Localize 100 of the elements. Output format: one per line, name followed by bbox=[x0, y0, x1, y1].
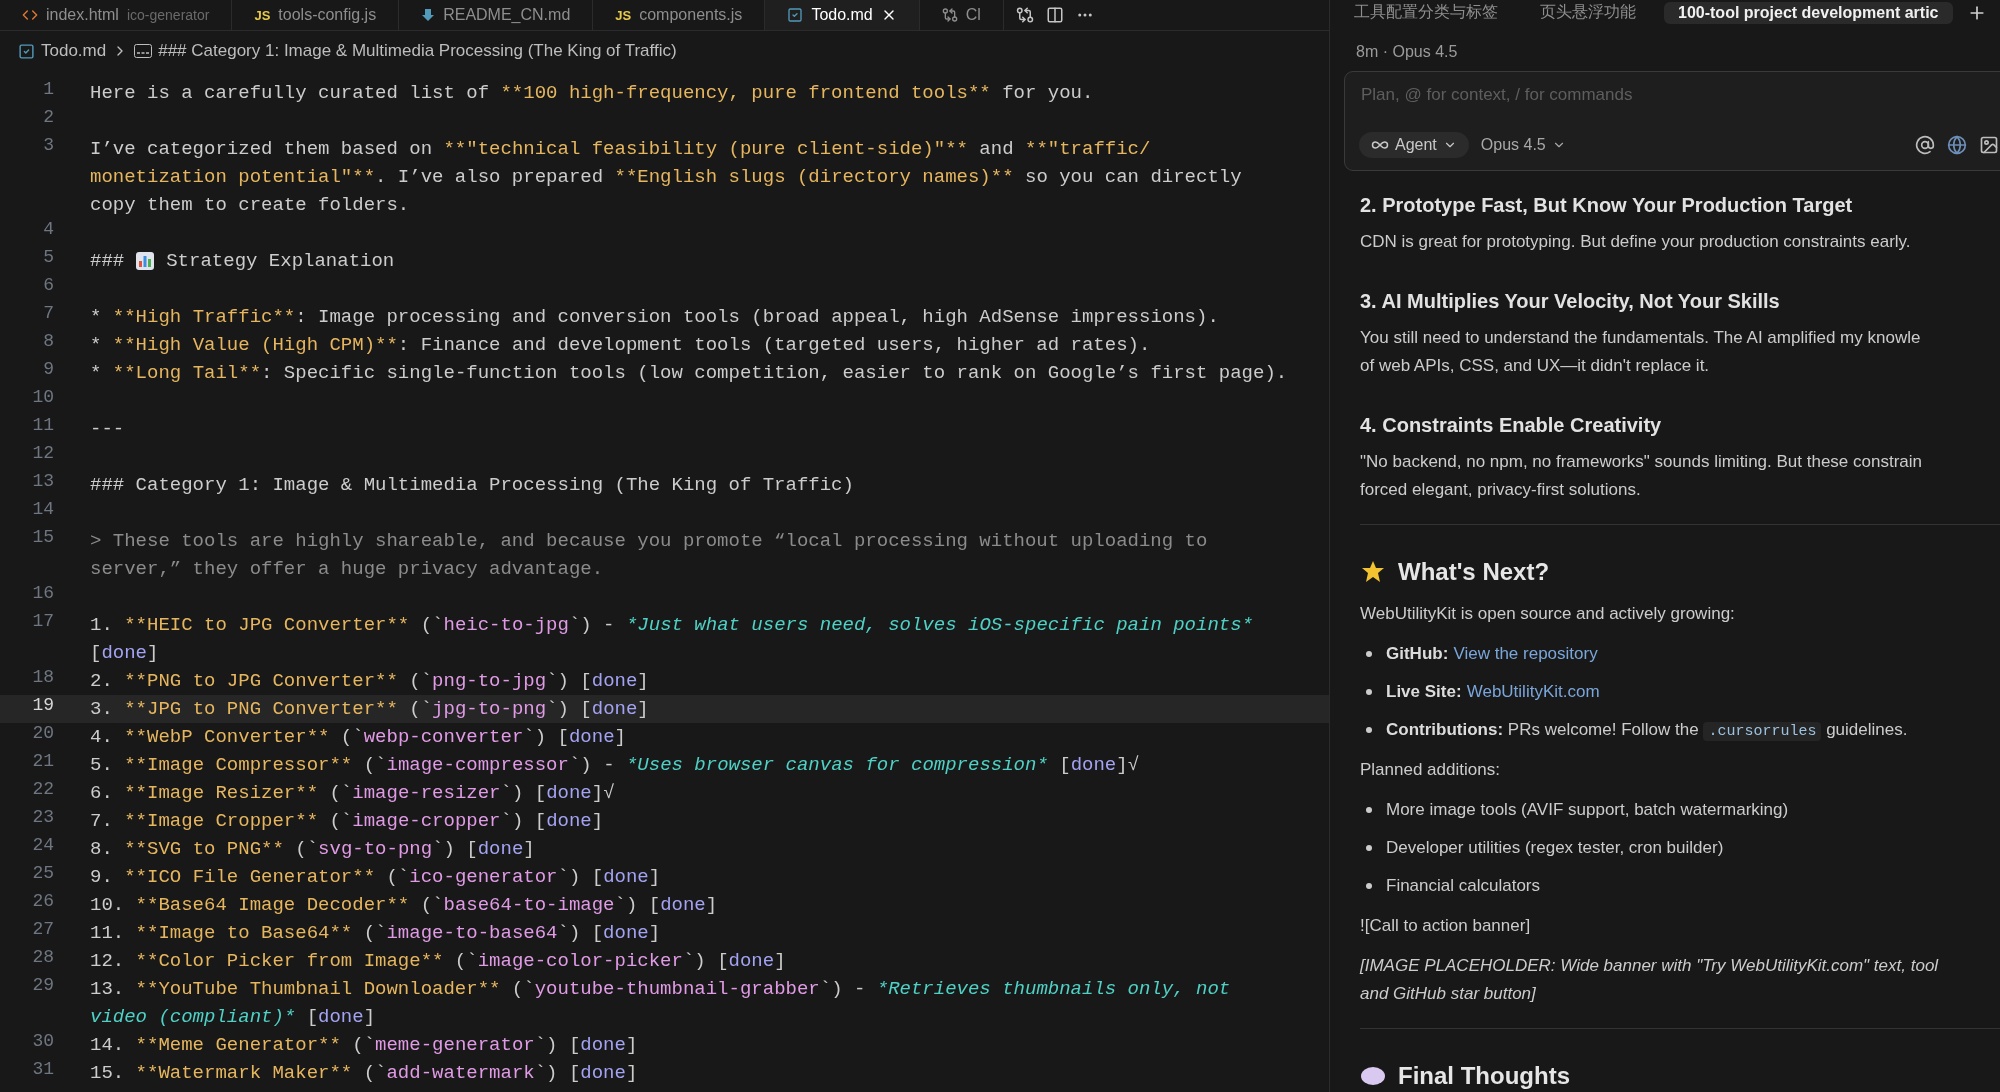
editor-tab[interactable]: Todo.md bbox=[765, 0, 920, 30]
code-line: 10. **Base64 Image Decoder** (`base64-to-image`) [done] bbox=[90, 893, 718, 918]
inline-code: .cursorrules bbox=[1703, 722, 1822, 741]
line-number: 6 bbox=[42, 275, 54, 297]
chat-tab[interactable]: 100-tool project development artic bbox=[1664, 1, 1953, 24]
line-number: 14 bbox=[31, 499, 54, 521]
line-number: 8 bbox=[42, 331, 54, 353]
globe-icon[interactable] bbox=[1947, 135, 1967, 155]
paragraph: "No backend, no npm, no frameworks" sounds limiting. But these constrain forced elegant, privacy-first solutions. bbox=[1360, 451, 1923, 501]
split-editor-icon[interactable] bbox=[1045, 6, 1064, 24]
code-line: 11. **Image to Base64** (`image-to-base64`) [done] bbox=[90, 921, 661, 946]
code-line: [done] bbox=[90, 641, 159, 666]
bar-chart-icon bbox=[135, 251, 156, 271]
image-icon[interactable] bbox=[1979, 135, 1999, 155]
mode-dropdown[interactable]: Agent bbox=[1359, 132, 1469, 158]
code-line: 5. **Image Compressor** (`image-compressor`) - *Uses browser canvas for compression* [done]√ bbox=[90, 753, 1140, 778]
compare-icon bbox=[941, 7, 958, 23]
line-number: 5 bbox=[42, 247, 54, 269]
list-item: Developer utilities (regex tester, cron builder) bbox=[1386, 837, 1724, 859]
chat-tab[interactable]: 工具配置分类与标签 bbox=[1340, 0, 1512, 25]
checkbox-file-icon bbox=[18, 42, 35, 60]
line-number: 29 bbox=[31, 975, 54, 997]
code-line: copy them to create folders. bbox=[90, 193, 410, 218]
checkbox-file-icon bbox=[787, 7, 804, 23]
code-line: --- bbox=[90, 417, 125, 442]
paragraph: WebUtilityKit is open source and actively growing: bbox=[1360, 603, 1736, 625]
paragraph: [IMAGE PLACEHOLDER: Wide banner with "Try WebUtilityKit.com" text, tool and GitHub star button] bbox=[1360, 955, 1940, 1005]
line-number: 21 bbox=[31, 751, 54, 773]
bullet-icon bbox=[1366, 727, 1372, 733]
bullet-icon bbox=[1366, 845, 1372, 851]
bullet-icon bbox=[1366, 883, 1372, 889]
section-heading: What's Next? bbox=[1398, 557, 1550, 587]
code-text: ### bbox=[90, 250, 125, 272]
paragraph: CDN is great for prototyping. But define your production constraints early. bbox=[1360, 231, 1912, 253]
code-line: * **High Traffic**: Image processing and conversion tools (broad appeal, high AdSense impressions). bbox=[90, 305, 1219, 330]
code-text: Strategy Explanation bbox=[166, 250, 395, 272]
chat-input[interactable]: Plan, @ for context, / for commands Agent Opus 4.5 bbox=[1344, 71, 2000, 171]
paragraph: You still need to understand the fundamentals. The AI amplified my knowle of web APIs, CSS, and UX—it didn't replace it. bbox=[1360, 327, 1922, 377]
download-arrow-icon bbox=[421, 8, 436, 22]
line-number: 11 bbox=[31, 415, 54, 437]
code-line: 6. **Image Resizer** (`image-resizer`) [done]√ bbox=[90, 781, 615, 806]
chat-tab[interactable]: 页头悬浮功能 bbox=[1526, 0, 1650, 25]
bullet-icon bbox=[1366, 651, 1372, 657]
breadcrumb-item[interactable]: Todo.md bbox=[41, 41, 107, 61]
code-line: 8. **SVG to PNG** (`svg-to-png`) [done] bbox=[90, 837, 535, 862]
list-item: Financial calculators bbox=[1386, 875, 1540, 897]
code-line: 12. **Color Picker from Image** (`image-color-picker`) [done] bbox=[90, 949, 786, 974]
list-item: Contributions: PRs welcome! Follow the .cursorrules guidelines. bbox=[1386, 719, 1908, 743]
code-line: server,” they offer a huge privacy advantage. bbox=[90, 557, 604, 582]
paragraph: ![Call to action banner] bbox=[1360, 915, 1532, 937]
string-symbol-icon bbox=[134, 44, 153, 58]
model-dropdown[interactable]: Opus 4.5 bbox=[1480, 136, 1566, 154]
bullet-icon bbox=[1366, 689, 1372, 695]
code-line: 7. **Image Cropper** (`image-cropper`) [done] bbox=[90, 809, 604, 834]
list-item: More image tools (AVIF support, batch watermarking) bbox=[1386, 799, 1789, 821]
code-line: video (compliant)* [done] bbox=[90, 1005, 376, 1030]
line-number: 20 bbox=[31, 723, 54, 745]
line-number: 27 bbox=[31, 919, 54, 941]
star-icon bbox=[1360, 559, 1386, 585]
section-heading: 4. Constraints Enable Creativity bbox=[1360, 413, 1663, 438]
line-number: 30 bbox=[31, 1031, 54, 1053]
code-line: 2. **PNG to JPG Converter** (`png-to-jpg`) [done] bbox=[90, 669, 649, 694]
line-number: 16 bbox=[31, 583, 54, 605]
code-line: I’ve categorized them based on **"technical feasibility (pure client-side)"** and **"traffic/ bbox=[90, 137, 1151, 162]
list-item: Live Site: WebUtilityKit.com bbox=[1386, 681, 1600, 703]
line-number: 3 bbox=[42, 135, 54, 157]
compare-changes-icon[interactable] bbox=[1015, 6, 1034, 24]
line-number: 1 bbox=[42, 79, 54, 101]
code-line: * **High Value (High CPM)**: Finance and development tools (targeted users, higher ad rates). bbox=[90, 333, 1151, 358]
chat-meta: 8m · Opus 4.5 bbox=[1355, 42, 1459, 61]
breadcrumb-item[interactable]: ### Category 1: Image & Multimedia Processing (The King of Traffic) bbox=[158, 41, 677, 61]
line-number: 22 bbox=[31, 779, 54, 801]
mention-icon[interactable] bbox=[1915, 135, 1935, 155]
line-number: 23 bbox=[31, 807, 54, 829]
thought-bubble-icon bbox=[1360, 1065, 1386, 1087]
line-number: 9 bbox=[42, 359, 54, 381]
code-line: 4. **WebP Converter** (`webp-converter`) [done] bbox=[90, 725, 626, 750]
code-line: 1. **HEIC to JPG Converter** (`heic-to-jpg`) - *Just what users need, solves iOS-specific pain points* bbox=[90, 613, 1254, 638]
bullet-icon bbox=[1366, 807, 1372, 813]
link[interactable]: View the repository bbox=[1453, 644, 1598, 663]
line-number: 24 bbox=[31, 835, 54, 857]
line-number: 18 bbox=[31, 667, 54, 689]
line-number: 28 bbox=[31, 947, 54, 969]
line-number: 25 bbox=[31, 863, 54, 885]
line-number: 31 bbox=[31, 1059, 54, 1081]
code-line: 15. **Watermark Maker** (`add-watermark`) [done] bbox=[90, 1061, 638, 1086]
code-line: > These tools are highly shareable, and because you promote “local processing without uploading to bbox=[90, 529, 1208, 554]
code-line: * **Long Tail**: Specific single-function tools (low competition, easier to rank on Google’s first page). bbox=[90, 361, 1288, 386]
paragraph: Planned additions: bbox=[1360, 759, 1501, 781]
code-line: 3. **JPG to PNG Converter** (`jpg-to-png`) [done] bbox=[90, 697, 649, 722]
line-number: 10 bbox=[31, 387, 54, 409]
link[interactable]: WebUtilityKit.com bbox=[1466, 682, 1600, 701]
code-line: monetization potential"**. I’ve also prepared **English slugs (directory names)** so you can directly bbox=[90, 165, 1242, 190]
list-item: GitHub: View the repository bbox=[1386, 643, 1598, 665]
code-line: 9. **ICO File Generator** (`ico-generator`) [done] bbox=[90, 865, 661, 890]
section-heading: 2. Prototype Fast, But Know Your Production Target bbox=[1360, 193, 1854, 218]
line-number: 17 bbox=[31, 611, 54, 633]
line-number: 19 bbox=[31, 695, 54, 717]
code-line: ### Category 1: Image & Multimedia Processing (The King of Traffic) bbox=[90, 473, 854, 498]
code-line: 14. **Meme Generator** (`meme-generator`) [done] bbox=[90, 1033, 638, 1058]
